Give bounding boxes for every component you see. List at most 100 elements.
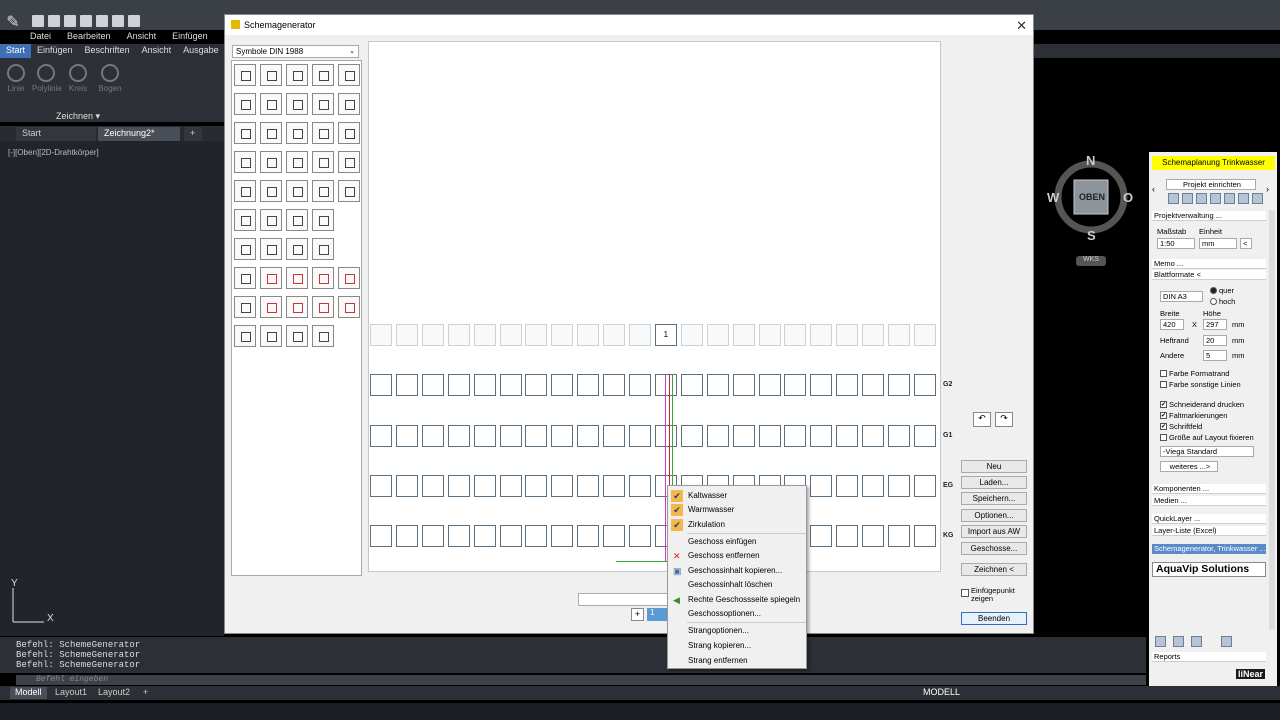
symbol-icon[interactable] [338, 93, 360, 115]
schema-cell[interactable] [810, 374, 833, 396]
farbe-linien-checkbox[interactable]: Farbe sonstige Linien [1160, 380, 1241, 389]
layerliste-section[interactable]: Layer-Liste (Excel) [1152, 526, 1266, 536]
symbol-icon[interactable] [312, 209, 334, 231]
schema-cell[interactable] [629, 374, 651, 396]
ribbon-tab-ausgabe[interactable]: Ausgabe [177, 44, 225, 58]
layout-tab-modell[interactable]: Modell [10, 687, 47, 699]
schema-cell[interactable] [421, 425, 444, 447]
schema-cell[interactable] [888, 374, 910, 396]
saveas-icon[interactable] [80, 15, 92, 27]
column-header-cell[interactable] [447, 324, 470, 346]
wks-button[interactable]: WKS [1076, 256, 1106, 266]
tool-icon-2[interactable] [1182, 193, 1193, 204]
open-icon[interactable] [48, 15, 60, 27]
layout-tab-layout2[interactable]: Layout2 [93, 687, 135, 699]
draw-button[interactable]: Zeichnen < [961, 563, 1027, 576]
schema-cell[interactable] [629, 525, 651, 547]
symbol-icon[interactable] [234, 267, 256, 289]
column-header-cell[interactable] [577, 324, 600, 346]
schema-cell[interactable] [862, 475, 885, 497]
symbol-icon[interactable] [286, 64, 308, 86]
symbol-icon[interactable] [234, 180, 256, 202]
schema-cell[interactable] [499, 475, 522, 497]
undo-button[interactable]: ↶ [973, 412, 991, 427]
command-input[interactable]: Befehl eingeben [16, 675, 1146, 685]
hoehe-input[interactable]: 297 [1203, 319, 1227, 330]
schema-cell[interactable] [499, 374, 522, 396]
column-header-cell[interactable] [913, 324, 936, 346]
bottom-tool-icon-3[interactable] [1191, 636, 1202, 647]
symbol-icon[interactable] [260, 151, 282, 173]
schema-cell[interactable] [836, 475, 859, 497]
add-strang-button[interactable]: + [631, 608, 644, 621]
symbol-icon[interactable] [312, 64, 334, 86]
polyline-tool[interactable]: Polylinie [32, 64, 62, 93]
schema-cell[interactable] [862, 525, 885, 547]
symbol-icon[interactable] [260, 267, 282, 289]
format-select[interactable]: DIN A3 [1160, 291, 1203, 302]
schema-cell[interactable] [473, 425, 496, 447]
symbol-icon[interactable] [338, 64, 360, 86]
column-header-cell[interactable] [421, 324, 444, 346]
redo-icon[interactable] [128, 15, 140, 27]
insertion-point-checkbox[interactable]: Einfügepunkt zeigen [961, 587, 1033, 603]
ribbon-tab-einfuegen[interactable]: Einfügen [31, 44, 79, 58]
schema-cell[interactable] [810, 525, 833, 547]
andere-input[interactable]: 5 [1203, 350, 1227, 361]
apply-unit-button[interactable]: < [1240, 238, 1252, 249]
menu-strangoptionen[interactable]: Strangoptionen... [688, 625, 749, 637]
symbol-icon[interactable] [234, 64, 256, 86]
symbol-set-select[interactable]: Symbole DIN 1988 ⌄ [232, 45, 359, 58]
schema-cell[interactable] [836, 525, 859, 547]
column-header-cell[interactable] [862, 324, 885, 346]
new-button[interactable]: Neu [961, 460, 1027, 473]
symbol-icon[interactable] [286, 238, 308, 260]
schema-cell[interactable] [421, 475, 444, 497]
column-number[interactable]: 1 [654, 324, 677, 346]
column-header-cell[interactable] [473, 324, 496, 346]
menu-bearbeiten[interactable]: Bearbeiten [67, 31, 111, 44]
symbol-icon[interactable] [234, 209, 256, 231]
panel-title[interactable]: Schemaplanung Trinkwasser [1152, 156, 1275, 170]
schema-cell[interactable] [810, 475, 833, 497]
symbol-icon[interactable] [260, 180, 282, 202]
menu-ansicht[interactable]: Ansicht [127, 31, 157, 44]
symbol-icon[interactable] [260, 93, 282, 115]
arc-tool[interactable]: Bogen [96, 64, 124, 93]
compass-w[interactable]: W [1047, 190, 1059, 205]
schema-cell[interactable] [603, 475, 626, 497]
redo-button[interactable]: ↷ [995, 412, 1013, 427]
column-header-cell[interactable] [395, 324, 418, 346]
schema-cell[interactable] [395, 374, 418, 396]
symbol-icon[interactable] [260, 64, 282, 86]
load-button[interactable]: Laden... [961, 476, 1027, 489]
symbol-icon[interactable] [338, 180, 360, 202]
tool-icon-4[interactable] [1210, 193, 1221, 204]
print-icon[interactable] [96, 15, 108, 27]
project-setup-select[interactable]: Projekt einrichten [1166, 179, 1256, 190]
symbol-icon[interactable] [286, 296, 308, 318]
einheit-select[interactable]: mm [1199, 238, 1237, 249]
schema-cell[interactable] [370, 374, 392, 396]
komponenten-section[interactable]: Komponenten ... [1152, 484, 1266, 494]
schema-cell[interactable] [525, 425, 548, 447]
symbol-icon[interactable] [260, 325, 282, 347]
schema-cell[interactable] [680, 374, 703, 396]
column-header-cell[interactable] [525, 324, 548, 346]
bottom-tool-icon-4[interactable] [1221, 636, 1232, 647]
menu-geschossoptionen[interactable]: Geschossoptionen... [688, 608, 761, 620]
ribbon-tab-start[interactable]: Start [0, 44, 32, 58]
doc-tab-start[interactable]: Start [16, 127, 96, 141]
schema-cell[interactable] [913, 525, 936, 547]
schema-cell[interactable] [499, 525, 522, 547]
schema-cell[interactable] [395, 525, 418, 547]
undo-icon[interactable] [112, 15, 124, 27]
column-header-cell[interactable] [629, 324, 651, 346]
doc-tab-zeichnung2[interactable]: Zeichnung2* [98, 127, 180, 141]
panel-scrollbar[interactable] [1269, 210, 1275, 630]
column-header-cell[interactable] [888, 324, 910, 346]
menu-strang-kopieren[interactable]: Strang kopieren... [688, 640, 751, 652]
import-aw-button[interactable]: Import aus AW [961, 525, 1027, 538]
new-layout-button[interactable]: + [138, 687, 153, 699]
symbol-icon[interactable] [312, 93, 334, 115]
